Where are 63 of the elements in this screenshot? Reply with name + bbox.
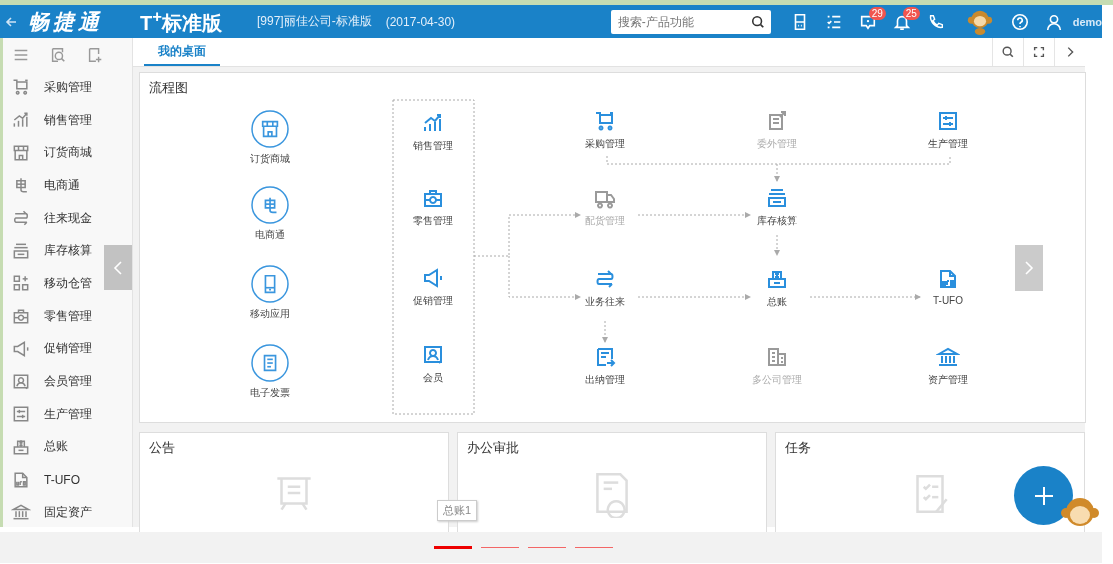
panel-title: 公告 (149, 439, 175, 457)
node-label[interactable]: 电子发票 (250, 386, 290, 400)
sidebar-item[interactable]: 库存核算 (3, 234, 92, 268)
cart-icon (11, 77, 31, 98)
back-arrow-icon[interactable] (4, 14, 18, 29)
megaphone-icon[interactable] (421, 266, 445, 290)
node-label[interactable]: 订货商城 (250, 152, 290, 166)
document-search-icon[interactable] (49, 45, 67, 64)
search-icon[interactable] (750, 14, 765, 29)
sidebar-item[interactable]: 订货商城 (3, 136, 92, 170)
sidebar-item[interactable]: 移动仓管 (3, 267, 92, 300)
invoice-icon[interactable] (251, 344, 289, 382)
chevron-right-icon (1024, 260, 1034, 276)
node-label[interactable]: 电商通 (255, 228, 285, 242)
add-document-icon[interactable] (86, 45, 104, 64)
node-label[interactable]: 资产管理 (928, 373, 968, 387)
mobile-icon[interactable] (251, 265, 289, 303)
megaphone-icon (11, 338, 31, 359)
node-label[interactable]: 生产管理 (928, 137, 968, 151)
node-label[interactable]: T-UFO (933, 295, 963, 306)
panel-title: 任务 (785, 439, 811, 457)
node-label[interactable]: 移动应用 (250, 307, 290, 321)
sidebar-item[interactable]: 促销管理 (3, 332, 92, 366)
node-label[interactable]: 库存核算 (757, 214, 797, 228)
connector-arrow (602, 320, 608, 343)
sidebar-item[interactable]: 会员管理 (3, 365, 92, 398)
sidebar-item[interactable]: 零售管理 (3, 299, 92, 333)
company-name: [997]丽佳公司-标准版 (257, 13, 372, 30)
production-icon[interactable] (936, 109, 960, 133)
node-label[interactable]: 采购管理 (585, 137, 625, 151)
help-icon[interactable] (1010, 12, 1029, 31)
node-label[interactable]: 会员 (423, 371, 443, 385)
node-label[interactable]: 业务往来 (585, 295, 625, 309)
bank-icon[interactable] (936, 345, 960, 369)
node-label[interactable]: 销售管理 (413, 139, 453, 153)
store-icon[interactable] (251, 110, 289, 148)
tab[interactable]: 我的桌面 (144, 38, 220, 66)
card-title: 流程图 (149, 79, 188, 97)
node-label[interactable]: 出纳管理 (585, 373, 625, 387)
inventory-icon[interactable] (765, 186, 789, 210)
notice-count-badge: 25 (902, 6, 920, 20)
sidebar-item[interactable]: T-UFO (3, 463, 80, 496)
search-field[interactable]: 搜索-产品功能 (610, 9, 771, 34)
sidebar-item[interactable]: 电商通 (3, 169, 80, 202)
node-label[interactable]: 总账 (767, 295, 787, 309)
user-icon[interactable] (1044, 12, 1063, 31)
chevron-left-icon (113, 259, 123, 276)
node-label[interactable]: 零售管理 (413, 214, 453, 228)
product-name: T$^{+}$标准版 (140, 6, 223, 36)
account-date: (2017-04-30) (385, 14, 456, 29)
sidebar-item[interactable]: 生产管理 (3, 397, 92, 431)
tooltip: 总账1 (437, 500, 478, 521)
panel-title: 办公审批 (467, 439, 519, 457)
app-logo: 畅捷通 (28, 8, 104, 35)
sidebar-item[interactable]: 总账 (3, 430, 68, 464)
sidebar-item[interactable]: 往来现金 (3, 201, 92, 235)
node-label[interactable]: 促销管理 (413, 294, 453, 308)
message-count-badge: 29 (868, 6, 886, 20)
sidebar-item[interactable]: 固定资产 (3, 495, 92, 529)
mascot-avatar-icon[interactable] (966, 8, 993, 35)
sidebar-item[interactable]: 销售管理 (3, 103, 92, 137)
sidebar-item[interactable]: 采购管理 (3, 71, 92, 104)
connector-arrow (774, 234, 780, 256)
